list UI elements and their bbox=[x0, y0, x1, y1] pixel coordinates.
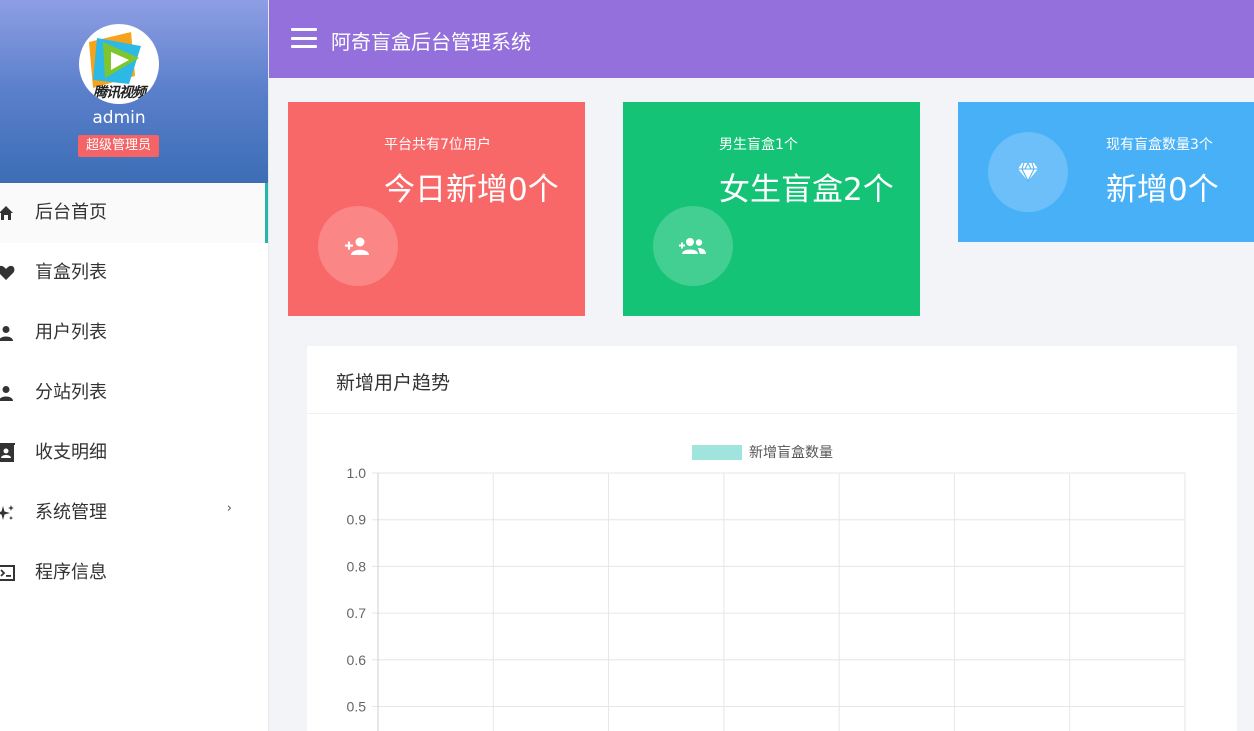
sidebar-item-label: 收支明细 bbox=[35, 442, 107, 463]
profile-header: 腾讯视频 admin 超级管理员 bbox=[0, 0, 268, 183]
add-user-icon bbox=[318, 206, 398, 286]
sidebar-item-substation-list[interactable]: 分站列表 bbox=[0, 363, 268, 423]
chevron-right-icon: › bbox=[226, 501, 232, 516]
stat-card-blindbox-gender: 男生盲盒1个 女生盲盒2个 bbox=[623, 102, 920, 316]
stat-card-blindbox-count: 现有盲盒数量3个 新增0个 bbox=[958, 102, 1254, 242]
sidebar-item-label: 用户列表 bbox=[35, 322, 107, 343]
stat-card-title: 新增0个 bbox=[1106, 172, 1219, 208]
stat-card-users: 平台共有7位用户 今日新增0个 bbox=[288, 102, 585, 316]
sparkle-icon bbox=[0, 483, 18, 543]
sidebar-menu: 后台首页 盲盒列表 用户列表 分站列表 收支明细 系统管理 › 程序信息 bbox=[0, 183, 268, 603]
sidebar-item-program-info[interactable]: 程序信息 bbox=[0, 543, 268, 603]
sidebar-item-home[interactable]: 后台首页 bbox=[0, 183, 268, 243]
menu-toggle-icon[interactable] bbox=[291, 28, 317, 48]
y-tick-label: 0.5 bbox=[347, 699, 367, 715]
page-title: 阿奇盲盒后台管理系统 bbox=[331, 30, 531, 54]
heart-icon bbox=[0, 243, 18, 303]
avatar[interactable]: 腾讯视频 bbox=[79, 24, 159, 104]
sidebar-item-system-management[interactable]: 系统管理 › bbox=[0, 483, 268, 543]
stat-card-title: 今日新增0个 bbox=[384, 172, 559, 208]
top-header: 阿奇盲盒后台管理系统 bbox=[269, 0, 1254, 78]
home-icon bbox=[0, 183, 18, 243]
stat-card-subtitle: 现有盲盒数量3个 bbox=[1106, 137, 1213, 153]
contact-card-icon bbox=[0, 423, 18, 483]
avatar-logo-text: 腾讯视频 bbox=[93, 85, 146, 101]
sidebar-item-blindbox-list[interactable]: 盲盒列表 bbox=[0, 243, 268, 303]
sidebar: 腾讯视频 admin 超级管理员 后台首页 盲盒列表 用户列表 分站列表 收支明… bbox=[0, 0, 269, 731]
group-icon bbox=[653, 206, 733, 286]
sidebar-item-label: 程序信息 bbox=[35, 562, 107, 583]
sidebar-item-label: 分站列表 bbox=[35, 382, 107, 403]
diamond-icon bbox=[988, 132, 1068, 212]
y-tick-label: 0.8 bbox=[347, 558, 367, 574]
username: admin bbox=[92, 108, 146, 128]
stat-card-subtitle: 平台共有7位用户 bbox=[384, 137, 491, 153]
user-icon bbox=[0, 303, 18, 363]
terminal-icon bbox=[0, 543, 18, 603]
y-tick-label: 0.9 bbox=[347, 512, 367, 528]
stat-card-subtitle: 男生盲盒1个 bbox=[719, 137, 798, 153]
y-tick-label: 0.7 bbox=[347, 605, 367, 621]
y-tick-label: 1.0 bbox=[347, 465, 367, 481]
line-chart: 1.0 0.9 0.8 0.7 0.6 0.5 bbox=[347, 465, 1186, 731]
sidebar-item-user-list[interactable]: 用户列表 bbox=[0, 303, 268, 363]
stat-card-title: 女生盲盒2个 bbox=[719, 172, 894, 208]
sidebar-item-finance[interactable]: 收支明细 bbox=[0, 423, 268, 483]
user-trend-panel: 新增用户趋势 新增盲盒数量 1.0 0.9 0.8 0.7 0.6 0.5 bbox=[307, 346, 1237, 731]
user-icon bbox=[0, 363, 18, 423]
sidebar-item-label: 系统管理 bbox=[35, 502, 107, 523]
sidebar-item-label: 后台首页 bbox=[35, 202, 107, 223]
y-tick-label: 0.6 bbox=[347, 652, 367, 668]
sidebar-item-label: 盲盒列表 bbox=[35, 262, 107, 283]
role-badge: 超级管理员 bbox=[78, 135, 159, 157]
